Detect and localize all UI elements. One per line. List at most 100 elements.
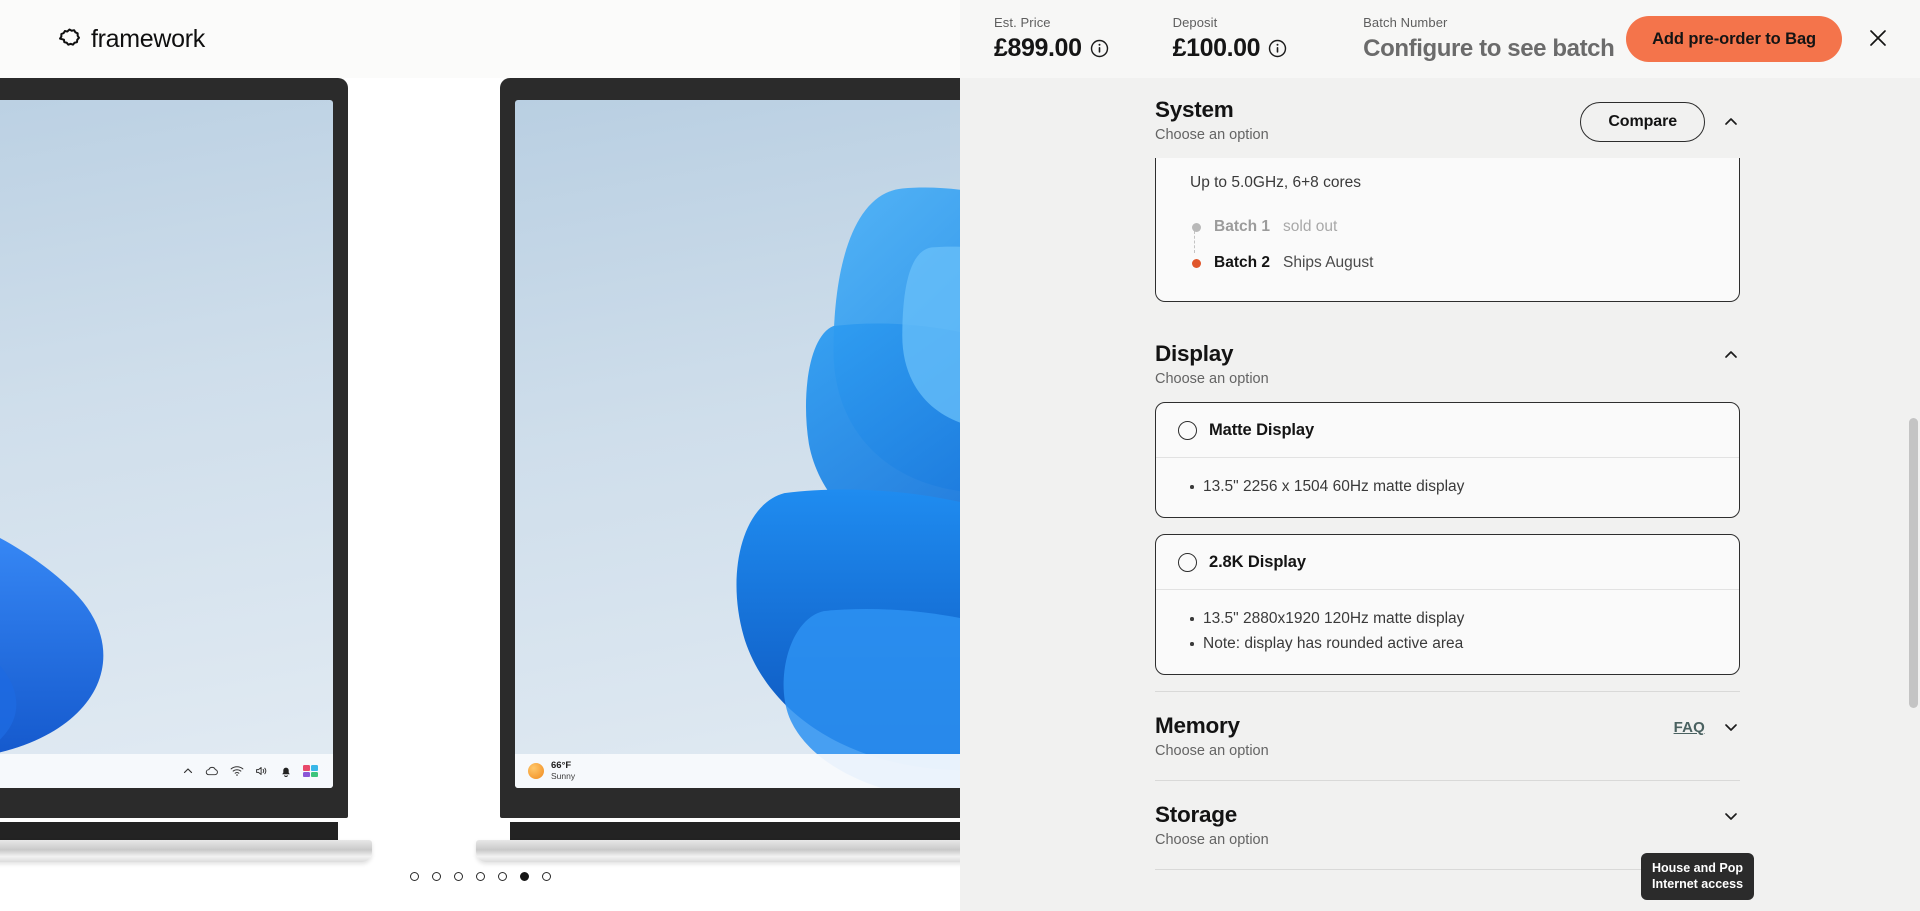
gallery-dot-6[interactable] — [519, 872, 529, 881]
option-bullet: 13.5" 2880x1920 120Hz matte display — [1190, 606, 1717, 631]
page-scrollbar-track[interactable] — [1907, 78, 1920, 911]
batch-availability-list: Batch 1 sold out Batch 2 Ships August — [1190, 209, 1717, 281]
gallery-dot-4[interactable] — [475, 872, 485, 881]
section-expand-toggle-memory[interactable] — [1722, 718, 1740, 736]
speaker-icon — [255, 765, 269, 777]
deposit-block: Deposit £100.00 — [1173, 15, 1288, 63]
section-header-display: Display Choose an option — [1155, 318, 1740, 402]
chevron-up-icon — [1725, 351, 1737, 358]
page-root: framework Est. Price £899.00 Deposit £10… — [0, 0, 1920, 911]
batch-label-2: Batch 2 — [1214, 254, 1270, 271]
batch-label-1: Batch 1 — [1214, 218, 1270, 235]
network-tooltip: House and Pop Internet access — [1641, 853, 1755, 900]
section-header-memory[interactable]: Memory Choose an option FAQ — [1155, 692, 1740, 780]
gallery-dot-3[interactable] — [453, 872, 463, 881]
close-button[interactable] — [1864, 25, 1892, 53]
weather-condition: Sunny — [551, 770, 576, 781]
system-tray — [182, 764, 333, 778]
deposit-info-icon[interactable] — [1268, 39, 1287, 58]
faq-link-memory[interactable]: FAQ — [1674, 719, 1705, 736]
batch-number-block: Batch Number Configure to see batch — [1363, 15, 1615, 63]
compare-button[interactable]: Compare — [1580, 102, 1705, 142]
gallery-pagination-dots — [0, 872, 960, 881]
page-scrollbar-thumb[interactable] — [1909, 418, 1918, 708]
windows-wallpaper — [515, 100, 960, 788]
weather-temperature: 66°F — [551, 759, 572, 771]
batch-status-2: Ships August — [1283, 254, 1374, 271]
brand-name: framework — [91, 24, 205, 53]
deposit-value: £100.00 — [1172, 34, 1261, 62]
section-expand-toggle-storage[interactable] — [1722, 807, 1740, 825]
batch-number-value: Configure to see batch — [1363, 35, 1615, 62]
option-bullet: Note: display has rounded active area — [1190, 631, 1717, 656]
laptop-lid — [0, 78, 348, 818]
header-summary-area: Est. Price £899.00 Deposit £100.00 Batch… — [960, 0, 1920, 78]
gallery-image-laptop-left — [0, 78, 372, 868]
windows-wallpaper — [0, 100, 333, 788]
batch-status-dot-active — [1192, 258, 1201, 268]
close-x-icon — [1867, 27, 1889, 52]
tooltip-line-1: House and Pop — [1652, 861, 1743, 875]
windows-taskbar: 66°F Sunny — [515, 754, 960, 788]
configurator-panel[interactable]: System Choose an option Compare Up to 5.… — [960, 78, 1920, 911]
add-preorder-to-bag-button[interactable]: Add pre-order to Bag — [1626, 16, 1842, 62]
header-brand-area: framework — [0, 0, 960, 78]
batch-status-1: sold out — [1283, 218, 1338, 235]
section-header-system: System Choose an option Compare — [1155, 78, 1740, 158]
system-option-card-partial[interactable]: Up to 5.0GHz, 6+8 cores Batch 1 sold out… — [1155, 158, 1740, 302]
est-price-block: Est. Price £899.00 — [994, 15, 1109, 63]
laptop-base — [476, 822, 960, 868]
laptop-screen — [0, 100, 333, 788]
gallery-dot-5[interactable] — [497, 872, 507, 881]
system-spec-line: Up to 5.0GHz, 6+8 cores — [1190, 174, 1362, 191]
display-option-matte[interactable]: Matte Display 13.5" 2256 x 1504 60Hz mat… — [1155, 402, 1740, 518]
section-subtitle-display: Choose an option — [1155, 371, 1269, 387]
section-collapse-toggle-system[interactable] — [1722, 113, 1740, 131]
option-name-2-8k-display: 2.8K Display — [1209, 553, 1306, 571]
option-name-matte-display: Matte Display — [1209, 421, 1315, 439]
weather-widget: 66°F Sunny — [515, 759, 576, 782]
option-bullet: 13.5" 2256 x 1504 60Hz matte display — [1190, 474, 1717, 499]
section-subtitle-system: Choose an option — [1155, 127, 1269, 143]
section-title-display: Display — [1155, 341, 1234, 366]
laptop-screen: 66°F Sunny — [515, 100, 960, 788]
chevron-up-icon — [182, 765, 194, 777]
radio-unchecked-icon[interactable] — [1178, 421, 1197, 440]
product-image-gallery[interactable]: 66°F Sunny — [0, 78, 960, 911]
gallery-dot-2[interactable] — [431, 872, 441, 881]
est-price-label: Est. Price — [994, 15, 1051, 30]
deposit-label: Deposit — [1172, 15, 1218, 30]
radio-unchecked-icon[interactable] — [1178, 553, 1197, 572]
cloud-icon — [205, 765, 219, 777]
section-title-storage: Storage — [1155, 802, 1238, 827]
windows-taskbar — [0, 754, 333, 788]
tooltip-line-2: Internet access — [1652, 877, 1744, 891]
display-option-2-8k[interactable]: 2.8K Display 13.5" 2880x1920 120Hz matte… — [1155, 534, 1740, 675]
chevron-down-icon — [1725, 813, 1737, 820]
bell-icon — [280, 765, 292, 778]
batch-row-1: Batch 1 sold out — [1192, 209, 1717, 245]
section-title-memory: Memory — [1155, 713, 1240, 738]
est-price-value: £899.00 — [994, 34, 1082, 62]
gallery-dot-1[interactable] — [409, 872, 419, 881]
section-subtitle-storage: Choose an option — [1155, 832, 1269, 848]
sun-icon — [528, 763, 544, 779]
batch-row-2: Batch 2 Ships August — [1192, 245, 1717, 281]
batch-number-label: Batch Number — [1363, 15, 1448, 30]
framework-cog-logo-icon — [58, 28, 81, 51]
widgets-icon — [303, 764, 319, 778]
wifi-icon — [230, 765, 244, 777]
gallery-image-laptop-right: 66°F Sunny — [476, 78, 960, 868]
section-collapse-toggle-display[interactable] — [1722, 346, 1740, 364]
gallery-dot-7[interactable] — [541, 872, 551, 881]
est-price-info-icon[interactable] — [1090, 39, 1109, 58]
chevron-down-icon — [1725, 724, 1737, 731]
batch-status-dot-soldout — [1192, 222, 1201, 232]
sticky-order-header: framework Est. Price £899.00 Deposit £10… — [0, 0, 1920, 78]
laptop-lid: 66°F Sunny — [500, 78, 960, 818]
chevron-up-icon — [1725, 118, 1737, 125]
section-title-system: System — [1155, 97, 1234, 122]
section-subtitle-memory: Choose an option — [1155, 743, 1269, 759]
laptop-base — [0, 822, 372, 868]
framework-logo[interactable]: framework — [58, 25, 205, 54]
